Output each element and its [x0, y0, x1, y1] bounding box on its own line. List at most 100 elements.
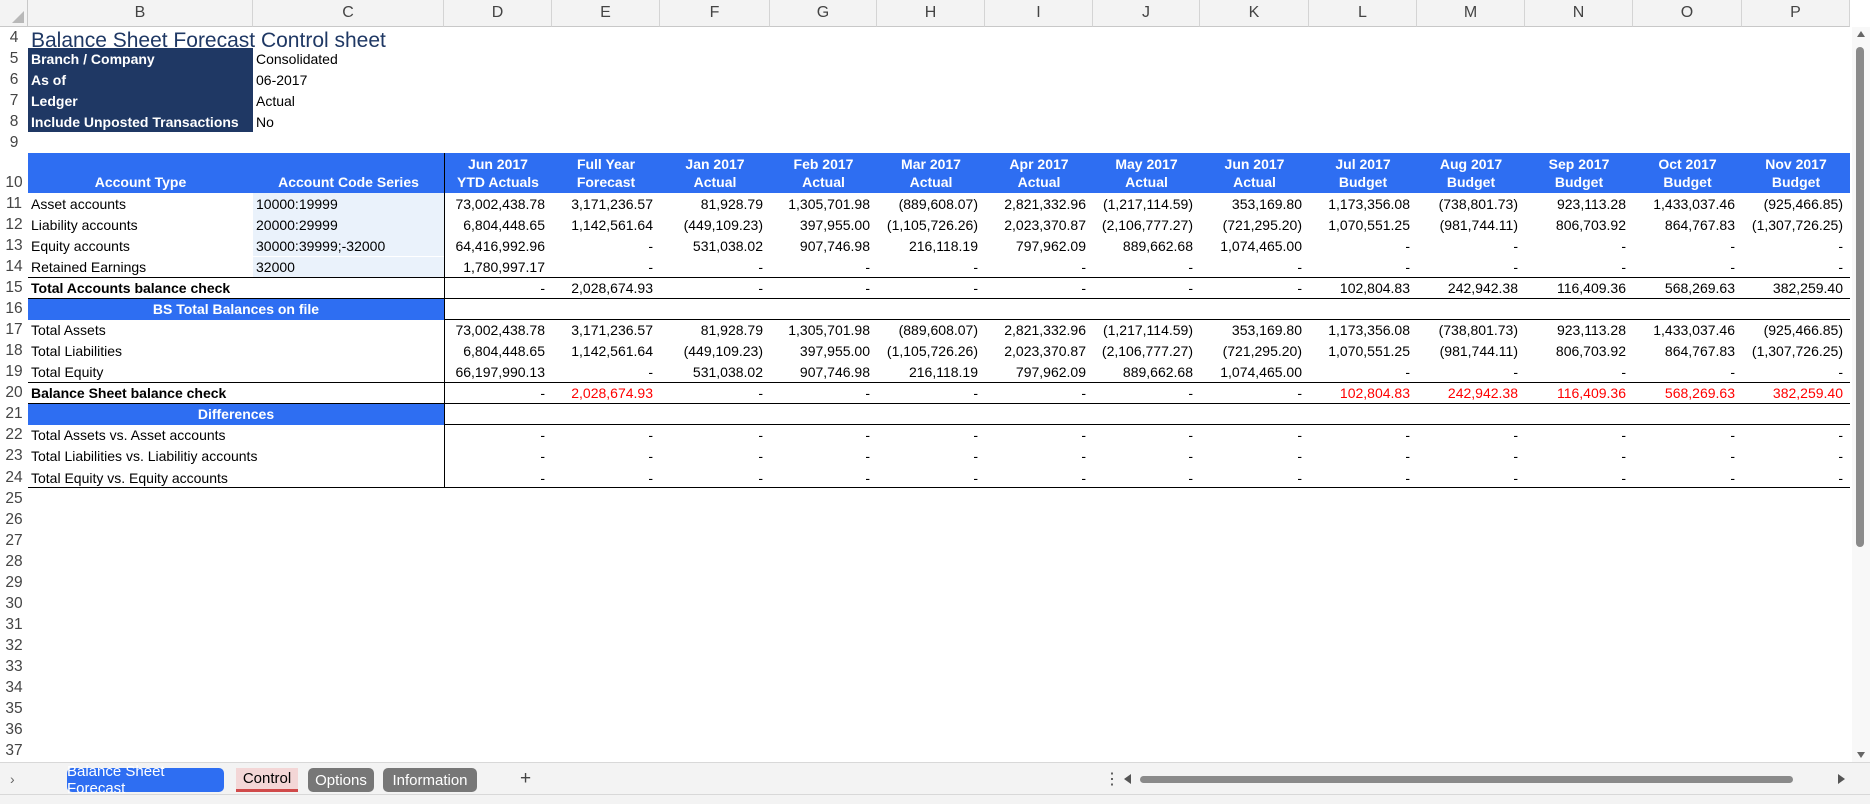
tab-balance-sheet-forecast[interactable]: Balance Sheet Forecast	[67, 763, 224, 797]
account-value[interactable]: -	[1417, 257, 1525, 278]
row-header-18[interactable]: 18	[0, 341, 28, 362]
account-value[interactable]: -	[552, 257, 660, 278]
account-value[interactable]: 1,142,561.64	[552, 214, 660, 235]
account-label[interactable]: Equity accounts	[28, 235, 253, 256]
bs-row-value[interactable]: 3,171,236.57	[552, 320, 660, 341]
param-value[interactable]: Consolidated	[253, 48, 444, 69]
account-value[interactable]: (1,307,726.25)	[1742, 214, 1850, 235]
account-value[interactable]: 216,118.19	[877, 235, 985, 256]
column-header-j[interactable]: J	[1093, 0, 1200, 27]
account-value[interactable]: 2,821,332.96	[985, 193, 1093, 214]
tab-nav-arrow-icon[interactable]: ›	[10, 771, 15, 787]
header-period[interactable]: Full Year Forecast	[552, 153, 660, 194]
header-period[interactable]: Jun 2017 Actual	[1200, 153, 1309, 194]
bs-row-label[interactable]: Total Assets	[28, 320, 444, 341]
account-value[interactable]: -	[660, 257, 770, 278]
account-value[interactable]: -	[1742, 257, 1850, 278]
accounts-check-value[interactable]: -	[1200, 278, 1309, 299]
param-label[interactable]: Branch / Company	[28, 48, 253, 70]
bs-row-value[interactable]: 6,804,448.65	[444, 341, 552, 362]
account-value[interactable]: (738,801.73)	[1417, 193, 1525, 214]
row-header-23[interactable]: 23	[0, 446, 28, 467]
bs-row-value[interactable]: 2,821,332.96	[985, 320, 1093, 341]
row-header-20[interactable]: 20	[0, 383, 28, 404]
accounts-check-value[interactable]: 102,804.83	[1309, 278, 1417, 299]
bs-row-value[interactable]: 353,169.80	[1200, 320, 1309, 341]
more-options-icon[interactable]: ⋮	[1104, 769, 1120, 789]
select-all-corner[interactable]	[0, 0, 28, 27]
account-value[interactable]: -	[1742, 235, 1850, 256]
bs-row-value[interactable]: -	[1742, 362, 1850, 383]
account-value[interactable]: 64,416,992.96	[444, 235, 552, 256]
diff-row-value[interactable]: -	[660, 425, 770, 446]
row-header-21[interactable]: 21	[0, 404, 28, 425]
header-period[interactable]: Oct 2017 Budget	[1633, 153, 1742, 194]
account-value[interactable]: -	[1309, 257, 1417, 278]
account-label[interactable]: Asset accounts	[28, 193, 253, 214]
bs-row-value[interactable]: (449,109.23)	[660, 341, 770, 362]
row-header-34[interactable]: 34	[0, 678, 28, 699]
bs-row-value[interactable]: 81,928.79	[660, 320, 770, 341]
row-header-13[interactable]: 13	[0, 235, 28, 256]
account-label[interactable]: Liability accounts	[28, 214, 253, 235]
row-header-22[interactable]: 22	[0, 425, 28, 446]
bs-row-value[interactable]: -	[1417, 362, 1525, 383]
column-header-h[interactable]: H	[877, 0, 985, 27]
bs-row-value[interactable]: -	[1633, 362, 1742, 383]
scroll-up-icon[interactable]	[1857, 31, 1865, 37]
diff-row-value[interactable]: -	[985, 467, 1093, 488]
column-header-o[interactable]: O	[1633, 0, 1742, 27]
accounts-check-value[interactable]: 116,409.36	[1525, 278, 1633, 299]
accounts-check-value[interactable]: -	[985, 278, 1093, 299]
header-account-type[interactable]: Account Type	[28, 153, 253, 194]
bs-check-value[interactable]: 116,409.36	[1525, 383, 1633, 404]
bs-row-value[interactable]: 1,142,561.64	[552, 341, 660, 362]
bs-row-value[interactable]: (1,217,114.59)	[1093, 320, 1200, 341]
row-header-8[interactable]: 8	[0, 111, 28, 132]
header-period[interactable]: Jan 2017 Actual	[660, 153, 770, 194]
diff-row-value[interactable]: -	[1633, 446, 1742, 467]
account-value[interactable]: -	[552, 235, 660, 256]
row-header-25[interactable]: 25	[0, 488, 28, 509]
row-header-11[interactable]: 11	[0, 193, 28, 214]
header-period[interactable]: Sep 2017 Budget	[1525, 153, 1633, 194]
bs-section-header[interactable]: BS Total Balances on file	[28, 298, 444, 320]
account-value[interactable]: 1,305,701.98	[770, 193, 877, 214]
account-value[interactable]: 889,662.68	[1093, 235, 1200, 256]
bs-check-value[interactable]: -	[444, 383, 552, 404]
diff-row-value[interactable]: -	[1093, 446, 1200, 467]
bs-check-value[interactable]: -	[1093, 383, 1200, 404]
header-period[interactable]: Apr 2017 Actual	[985, 153, 1093, 194]
account-code[interactable]: 10000:19999	[253, 193, 444, 215]
param-label[interactable]: Ledger	[28, 90, 253, 112]
account-value[interactable]: 2,023,370.87	[985, 214, 1093, 235]
row-header-9[interactable]: 9	[0, 132, 28, 153]
accounts-check-value[interactable]: -	[444, 278, 552, 299]
account-value[interactable]: 1,173,356.08	[1309, 193, 1417, 214]
bs-check-value[interactable]: -	[1200, 383, 1309, 404]
bs-row-value[interactable]: 907,746.98	[770, 362, 877, 383]
row-header-37[interactable]: 37	[0, 741, 28, 762]
row-header-32[interactable]: 32	[0, 635, 28, 656]
param-value[interactable]: No	[253, 111, 444, 132]
account-code[interactable]: 30000:39999;-32000	[253, 235, 444, 257]
diff-row-value[interactable]: -	[444, 425, 552, 446]
diff-row-value[interactable]: -	[1309, 425, 1417, 446]
tab-information[interactable]: Information	[383, 768, 477, 792]
account-value[interactable]: -	[1200, 257, 1309, 278]
account-value[interactable]: (889,608.07)	[877, 193, 985, 214]
account-value[interactable]: 806,703.92	[1525, 214, 1633, 235]
diff-row-value[interactable]: -	[1417, 467, 1525, 488]
scroll-down-icon[interactable]	[1857, 752, 1865, 758]
row-header-27[interactable]: 27	[0, 530, 28, 551]
row-header-19[interactable]: 19	[0, 362, 28, 383]
bs-row-value[interactable]: 864,767.83	[1633, 341, 1742, 362]
bs-row-label[interactable]: Total Equity	[28, 362, 444, 383]
account-value[interactable]: -	[770, 257, 877, 278]
account-value[interactable]: 907,746.98	[770, 235, 877, 256]
bs-row-value[interactable]: 1,433,037.46	[1633, 320, 1742, 341]
bs-check-value[interactable]: -	[770, 383, 877, 404]
bs-check-value[interactable]: -	[877, 383, 985, 404]
diff-row-value[interactable]: -	[877, 446, 985, 467]
diff-row-value[interactable]: -	[770, 467, 877, 488]
